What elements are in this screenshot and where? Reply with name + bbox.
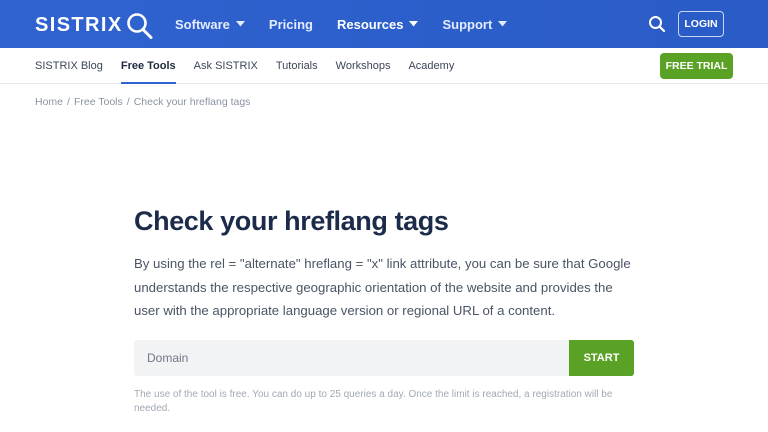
secondary-navbar: SISTRIX Blog Free Tools Ask SISTRIX Tuto…: [0, 48, 768, 84]
subnav-academy[interactable]: Academy: [408, 48, 454, 84]
breadcrumb-home[interactable]: Home: [35, 96, 63, 108]
nav-resources[interactable]: Resources: [336, 16, 419, 32]
magnifier-logo-icon: [126, 13, 153, 39]
nav-pricing[interactable]: Pricing: [269, 17, 313, 32]
main-nav: Software Pricing Resources Support: [175, 0, 531, 48]
nav-support-label: Support: [442, 16, 493, 32]
subnav-ask-sistrix[interactable]: Ask SISTRIX: [194, 48, 258, 84]
login-button[interactable]: LOGIN: [678, 11, 724, 37]
search-icon[interactable]: [648, 15, 666, 33]
nav-pricing-label: Pricing: [268, 16, 313, 32]
chevron-down-icon: [498, 21, 508, 27]
logo-text: SISTRIX: [35, 13, 123, 36]
free-trial-button[interactable]: FREE TRIAL: [660, 53, 733, 79]
page-title: Check your hreflang tags: [134, 206, 449, 236]
nav-software[interactable]: Software: [175, 17, 245, 32]
chevron-down-icon: [409, 21, 419, 27]
subnav-tutorials[interactable]: Tutorials: [276, 48, 318, 84]
breadcrumb-separator: /: [126, 96, 130, 108]
top-navbar: SISTRIX Software Pricing Resources Suppo…: [0, 0, 768, 48]
breadcrumb-current: Check your hreflang tags: [133, 96, 251, 108]
breadcrumb-free-tools[interactable]: Free Tools: [74, 96, 123, 108]
nav-resources-label: Resources: [336, 16, 404, 32]
chevron-down-icon: [235, 21, 245, 27]
start-button[interactable]: START: [569, 340, 634, 376]
nav-software-label: Software: [175, 16, 230, 32]
breadcrumb: Home / Free Tools / Check your hreflang …: [35, 96, 250, 108]
nav-support[interactable]: Support: [442, 16, 508, 32]
subnav-sistrix-blog[interactable]: SISTRIX Blog: [35, 48, 103, 84]
usage-note: The use of the tool is free. You can do …: [134, 389, 613, 414]
intro-paragraph: By using the rel = "alternate" hreflang …: [134, 256, 631, 318]
subnav-free-tools[interactable]: Free Tools: [120, 48, 176, 84]
subnav-workshops[interactable]: Workshops: [336, 48, 391, 84]
domain-input[interactable]: [134, 340, 570, 376]
sistrix-logo[interactable]: SISTRIX: [35, 10, 155, 40]
breadcrumb-separator: /: [67, 96, 70, 108]
sub-nav: SISTRIX Blog Free Tools Ask SISTRIX Tuto…: [35, 48, 472, 84]
